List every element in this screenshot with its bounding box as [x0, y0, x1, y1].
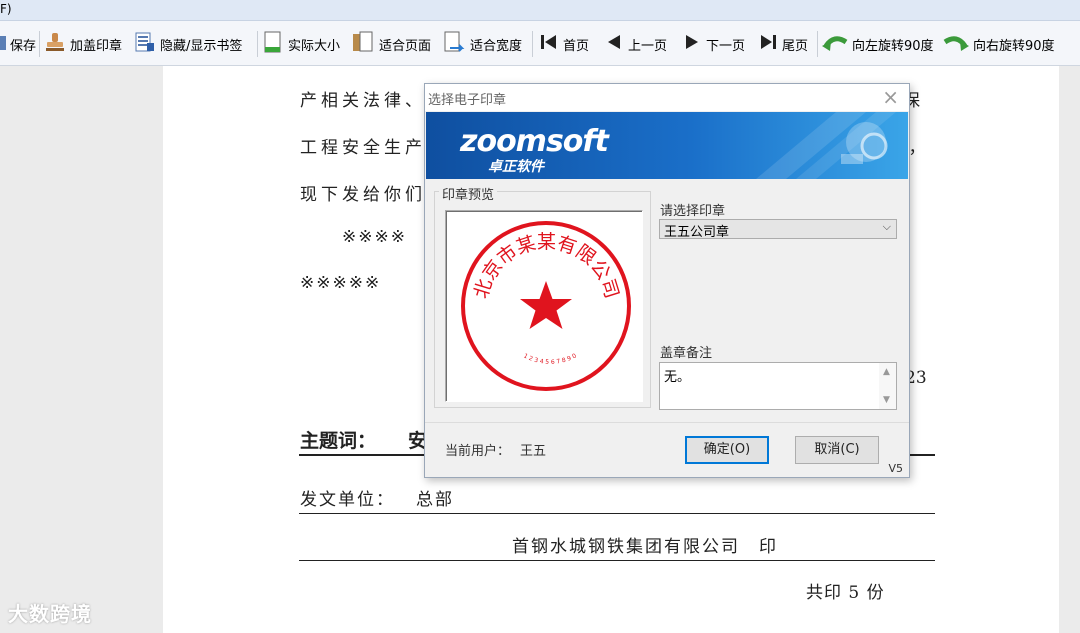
zoomsoft-logo: zoomsoft [460, 124, 609, 159]
printer-rule [299, 560, 935, 561]
toggle-bookmark-button[interactable]: 隐藏/显示书签 [134, 31, 242, 57]
rotate-left-icon [822, 32, 848, 56]
toolbar-separator [39, 31, 40, 57]
seal-star [520, 281, 572, 329]
ok-button[interactable]: 确定(O) [685, 436, 769, 464]
select-seal-dialog: 选择电子印章 × zoomsoft 卓正软件 印章预览 北京市某某有限公司 1 … [424, 83, 910, 478]
stamp-memo-label: 盖章备注 [660, 346, 713, 361]
printer-line: 首钢水城钢铁集团有限公司 印 [512, 537, 778, 557]
first-page-icon [539, 32, 559, 56]
version-label: V5 [888, 462, 903, 475]
scroll-up-icon[interactable]: ▲ [883, 367, 890, 377]
select-seal-label: 请选择印章 [660, 204, 726, 219]
subject-label: 主题词： [300, 430, 377, 452]
rotate-left-button[interactable]: 向左旋转90度 [822, 33, 934, 55]
add-stamp-button[interactable]: 加盖印章 [44, 33, 122, 55]
dialog-titlebar: 选择电子印章 × [425, 84, 909, 111]
save-button[interactable]: 保存 [0, 33, 36, 55]
copies-line: 共印 5 份 [806, 583, 885, 603]
seal-select[interactable]: 王五公司章 ⌵ [659, 219, 897, 240]
fit-page-button[interactable]: 适合页面 [351, 31, 431, 57]
seal-digits: 1 2 3 4 5 6 7 8 9 0 [522, 352, 577, 365]
next-page-icon [682, 32, 702, 56]
current-user-value: 王五 [520, 444, 547, 459]
seal-preview-legend: 印章预览 [439, 184, 498, 203]
last-page-button[interactable]: 尾页 [758, 33, 808, 55]
fit-width-button[interactable]: 适合宽度 [442, 31, 522, 57]
toolbar-separator [532, 31, 533, 57]
cancel-button[interactable]: 取消(C) [795, 436, 879, 464]
rotate-right-button[interactable]: 向右旋转90度 [943, 33, 1055, 55]
first-page-button[interactable]: 首页 [539, 33, 589, 55]
zoomsoft-logo-subtitle: 卓正软件 [488, 159, 544, 175]
menu-bar: F) [0, 0, 1080, 21]
toolbar: 保存 加盖印章 隐藏/显示书签 实际大小 适合页面 适合宽度 首页 上一页 下一… [0, 21, 1080, 66]
scroll-down-icon[interactable]: ▼ [883, 395, 890, 405]
seal-select-value: 王五公司章 [664, 225, 730, 240]
bookmark-icon [134, 31, 156, 57]
watermark: 大数跨境 [8, 602, 92, 626]
actual-size-button[interactable]: 实际大小 [262, 31, 340, 57]
zoomsoft-banner: zoomsoft 卓正软件 [426, 112, 908, 179]
last-page-icon [758, 32, 778, 56]
sender-value: 总部 [416, 490, 454, 510]
dialog-divider [425, 422, 909, 423]
svg-text:1 2 3 4 5 6 7 8 9 0: 1 2 3 4 5 6 7 8 9 0 [522, 352, 577, 365]
toolbar-separator [817, 31, 818, 57]
save-icon [0, 33, 6, 55]
seal-preview: 北京市某某有限公司 1 2 3 4 5 6 7 8 9 0 [445, 210, 643, 402]
prev-page-button[interactable]: 上一页 [604, 33, 667, 55]
sender-label: 发文单位： [300, 490, 395, 510]
doc-line-5: ※※※※※ [300, 273, 382, 293]
stamp-memo-value: 无。 [664, 370, 691, 385]
doc-line-2: 工程安全生产 [300, 138, 426, 158]
doc-line-3: 现下发给你们 [300, 185, 426, 205]
stamp-icon [44, 31, 66, 57]
rotate-right-icon [943, 32, 969, 56]
dialog-title: 选择电子印章 [428, 93, 507, 108]
current-user-label: 当前用户： [445, 444, 511, 459]
prev-page-icon [604, 32, 624, 56]
fit-page-icon [351, 31, 375, 57]
sender-rule [299, 513, 935, 514]
actual-size-icon [262, 31, 284, 57]
doc-line-4: ※※※※ [342, 227, 407, 247]
toolbar-separator [257, 31, 258, 57]
seal-image: 北京市某某有限公司 1 2 3 4 5 6 7 8 9 0 [461, 221, 631, 391]
menu-item-partial[interactable]: F) [0, 2, 12, 16]
next-page-button[interactable]: 下一页 [682, 33, 745, 55]
doc-line-1: 产相关法律、 [300, 91, 426, 111]
stamp-memo-field[interactable]: 无。 ▲ ▼ [659, 362, 897, 410]
close-icon[interactable]: × [882, 85, 899, 109]
chevron-down-icon: ⌵ [882, 220, 891, 233]
fit-width-icon [442, 31, 466, 57]
memo-scrollbar[interactable]: ▲ ▼ [879, 363, 896, 409]
